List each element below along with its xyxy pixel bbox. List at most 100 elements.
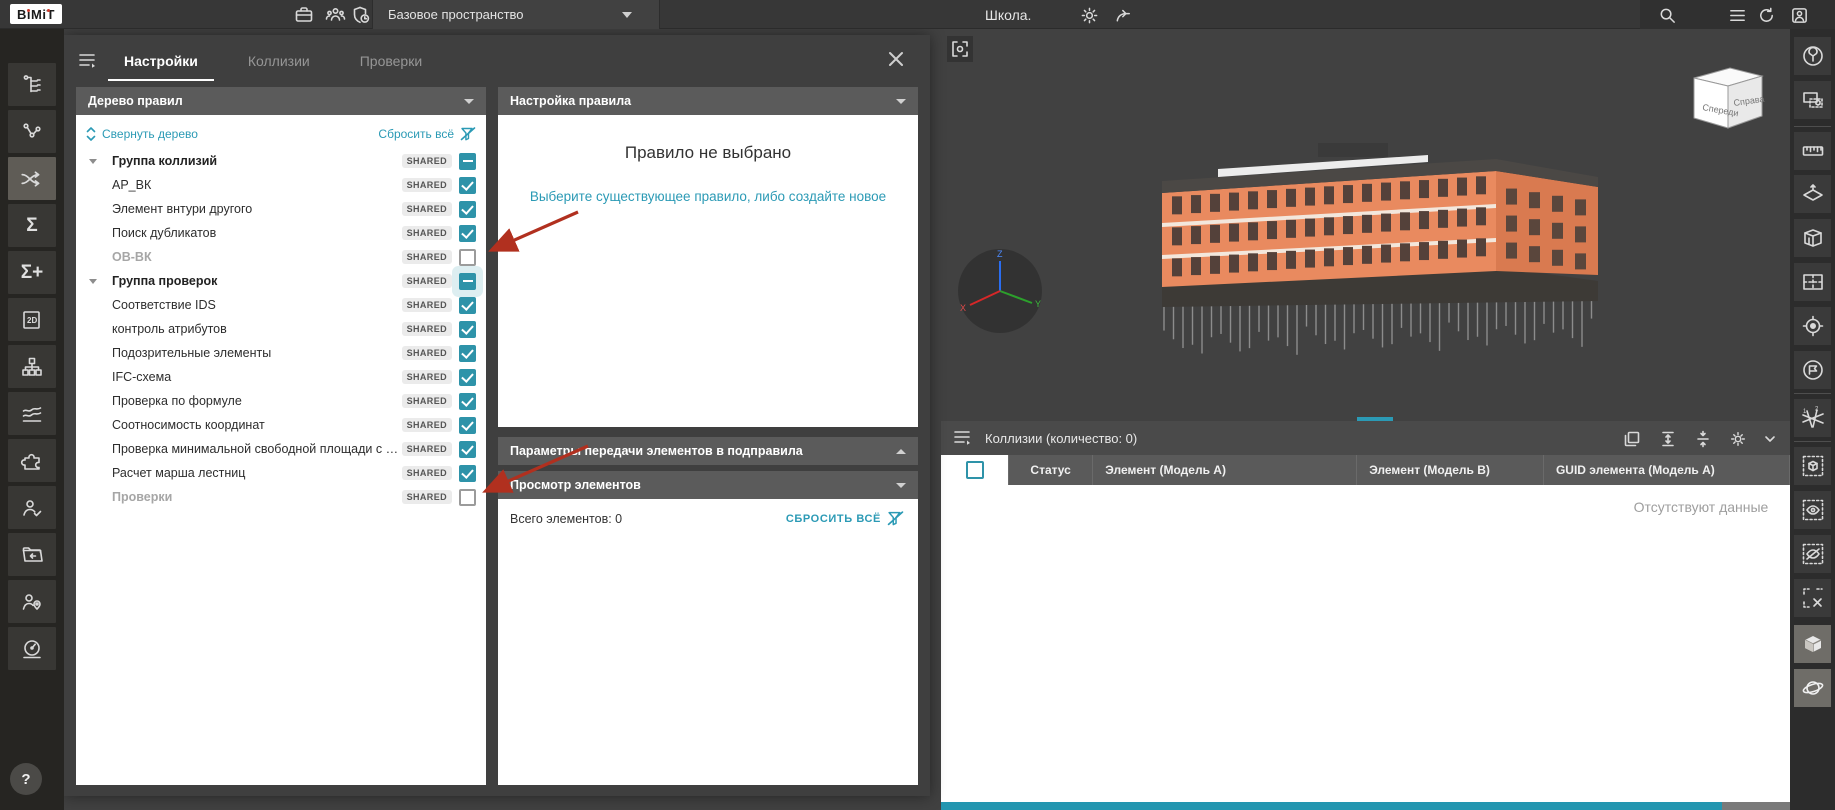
tool-orbit-3d[interactable] (1794, 669, 1831, 707)
shared-checkbox[interactable] (459, 249, 476, 266)
tree-row[interactable]: ПроверкиSHARED (76, 485, 486, 509)
collapse-rows-icon[interactable] (1692, 428, 1714, 450)
element-preview-section[interactable]: Просмотр элементов (498, 471, 918, 499)
tool-flag-area[interactable] (1794, 351, 1831, 389)
column-header[interactable]: Статус (1009, 455, 1093, 485)
shared-checkbox[interactable] (459, 225, 476, 242)
shared-checkbox[interactable] (459, 417, 476, 434)
tab-2[interactable]: Проверки (356, 43, 426, 79)
tool-summary[interactable]: Σ (8, 204, 56, 247)
shared-checkbox[interactable] (459, 201, 476, 218)
tool-clash-detection[interactable] (8, 157, 56, 200)
column-header[interactable]: GUID элемента (Модель А) (1544, 455, 1790, 485)
tool-floorplan[interactable] (1794, 263, 1831, 301)
preview-reset-all-link[interactable]: СБРОСИТЬ ВСЁ (786, 511, 904, 526)
tool-axes-compare[interactable]: 12 (1794, 399, 1831, 437)
horizontal-scrollbar[interactable] (941, 802, 1790, 810)
shared-checkbox[interactable] (459, 297, 476, 314)
tool-user-location[interactable] (8, 580, 56, 623)
tree-row[interactable]: Проверка по формулеSHARED (76, 389, 486, 413)
tool-dependencies[interactable] (8, 110, 56, 153)
tool-hide-eye[interactable] (1794, 535, 1831, 573)
column-header[interactable]: Элемент (Модель А) (1093, 455, 1357, 485)
caret-down-icon[interactable] (89, 159, 97, 164)
close-icon[interactable] (886, 49, 906, 69)
tool-locate[interactable] (1794, 307, 1831, 345)
caret-down-icon[interactable] (89, 279, 97, 284)
tool-show-eye[interactable] (1794, 491, 1831, 529)
bimit-logo[interactable]: BiMiT (10, 4, 62, 24)
tool-plugins[interactable] (8, 439, 56, 482)
tool-graphs[interactable] (8, 392, 56, 435)
list-icon[interactable] (1726, 4, 1748, 26)
shared-checkbox[interactable] (459, 393, 476, 410)
tool-dashboard[interactable] (8, 627, 56, 670)
chevron-down-icon[interactable] (1759, 428, 1781, 450)
tool-section-plane[interactable] (1794, 175, 1831, 213)
column-header[interactable]: Элемент (Модель B) (1357, 455, 1544, 485)
tree-row[interactable]: Соотносимость координатSHARED (76, 413, 486, 437)
scrollbar-thumb[interactable] (941, 802, 1722, 810)
tool-sheet-2d[interactable]: 2D (8, 298, 56, 341)
workspace-selector[interactable]: Базовое пространство (388, 0, 524, 29)
duplicate-icon[interactable] (1621, 428, 1643, 450)
gear-icon[interactable] (1727, 428, 1749, 450)
select-all-checkbox[interactable] (966, 461, 984, 479)
search-icon[interactable] (1656, 4, 1678, 26)
tab-0[interactable]: Настройки (120, 43, 202, 79)
tool-org-chart[interactable] (8, 345, 56, 388)
user-badge-icon[interactable] (1788, 4, 1810, 26)
tool-section-box[interactable] (1794, 219, 1831, 257)
reset-all-link[interactable]: Сбросить всё (378, 127, 476, 141)
tool-user-check[interactable] (8, 486, 56, 529)
expand-rows-icon[interactable] (1657, 428, 1679, 450)
panel-menu-icon[interactable] (78, 51, 98, 71)
shared-checkbox[interactable] (459, 321, 476, 338)
axes-gizmo[interactable]: Z Y X (954, 245, 1046, 337)
tool-nature-mode[interactable] (1794, 37, 1831, 75)
team-icon[interactable] (324, 4, 346, 26)
subrule-params-section[interactable]: Параметры передачи элементов в подправил… (498, 437, 918, 465)
briefcase-icon[interactable] (293, 4, 315, 26)
tool-clear-selection[interactable] (1794, 579, 1831, 617)
shared-checkbox[interactable] (459, 441, 476, 458)
chevron-down-icon[interactable] (622, 12, 632, 18)
settings-gear-icon[interactable] (1078, 4, 1100, 26)
rule-settings-header[interactable]: Настройка правила (498, 87, 918, 115)
viewport-focus-icon[interactable] (947, 36, 973, 62)
shared-checkbox[interactable] (459, 177, 476, 194)
rule-empty-hint[interactable]: Выберите существующее правило, либо созд… (498, 189, 918, 204)
shield-check-icon[interactable] (350, 4, 372, 26)
view-cube[interactable]: Спереди Справа (1680, 62, 1772, 140)
tree-row[interactable]: ОВ-ВКSHARED (76, 245, 486, 269)
tool-shaded-view[interactable] (1794, 625, 1831, 663)
tab-1[interactable]: Коллизии (244, 43, 314, 79)
building-model[interactable] (1148, 125, 1608, 390)
tool-model-tree[interactable] (8, 63, 56, 106)
tree-row[interactable]: Группа коллизийSHARED (76, 149, 486, 173)
shared-checkbox[interactable] (459, 489, 476, 506)
tool-ruler[interactable] (1794, 132, 1831, 170)
shared-checkbox[interactable] (459, 153, 476, 170)
tree-row[interactable]: контроль атрибутовSHARED (76, 317, 486, 341)
shared-checkbox[interactable] (459, 273, 476, 290)
tree-row[interactable]: Поиск дубликатовSHARED (76, 221, 486, 245)
tree-row[interactable]: Подозрительные элементыSHARED (76, 341, 486, 365)
tree-row[interactable]: Соответствие IDSSHARED (76, 293, 486, 317)
sync-icon[interactable] (1755, 4, 1777, 26)
tree-row[interactable]: Проверка минимальной свободной площади с… (76, 437, 486, 461)
shared-checkbox[interactable] (459, 345, 476, 362)
tree-row[interactable]: Расчет марша лестницSHARED (76, 461, 486, 485)
tree-row[interactable]: Группа проверокSHARED (76, 269, 486, 293)
tree-row[interactable]: IFC-схемаSHARED (76, 365, 486, 389)
tree-row[interactable]: Элемент внтури другогоSHARED (76, 197, 486, 221)
tool-frame-select[interactable] (1794, 81, 1831, 119)
tool-folder-export[interactable] (8, 533, 56, 576)
tool-summary-add[interactable]: Σ+ (8, 251, 56, 294)
tree-row[interactable]: АР_ВКSHARED (76, 173, 486, 197)
rule-tree-header[interactable]: Дерево правил (76, 87, 486, 115)
tool-isolate-cube[interactable] (1794, 447, 1831, 485)
panel-menu-icon[interactable] (953, 428, 973, 448)
shared-checkbox[interactable] (459, 465, 476, 482)
share-icon[interactable] (1112, 4, 1134, 26)
